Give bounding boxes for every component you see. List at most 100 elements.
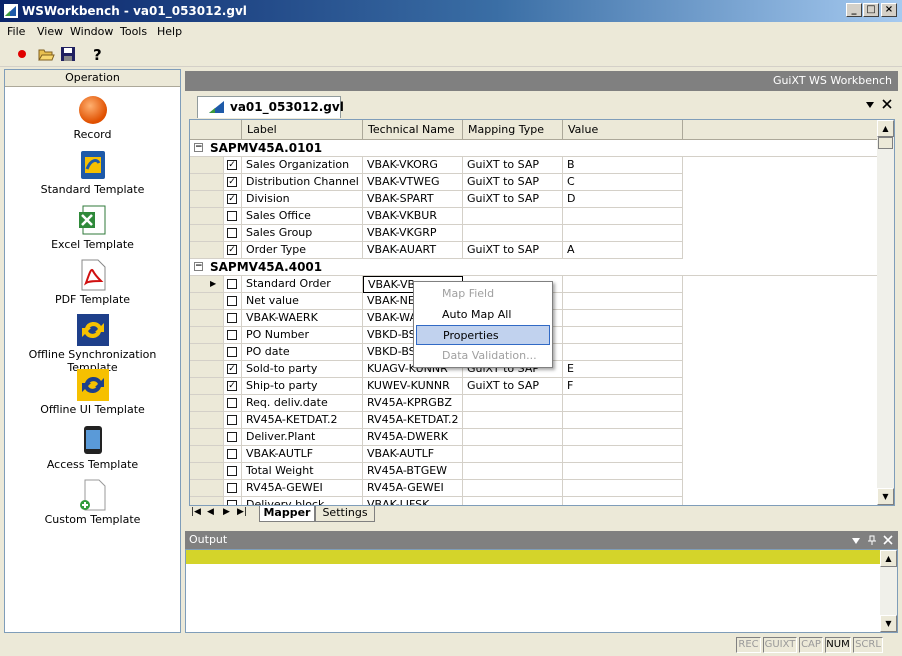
label-cell[interactable]: RV45A-GEWEI <box>242 480 363 497</box>
mapping-type-cell[interactable] <box>463 480 563 497</box>
last-page-icon[interactable]: ▶| <box>237 507 247 517</box>
value-cell[interactable] <box>563 395 683 412</box>
technical-name-cell[interactable]: RV45A-DWERK <box>363 429 463 446</box>
menu-window[interactable]: Window <box>70 25 113 38</box>
mapping-type-cell[interactable] <box>463 208 563 225</box>
map-checkbox[interactable] <box>227 330 237 340</box>
label-cell[interactable]: VBAK-WAERK <box>242 310 363 327</box>
value-cell[interactable]: D <box>563 191 683 208</box>
table-row[interactable]: Total Weight RV45A-BTGEW <box>190 463 878 480</box>
value-cell[interactable] <box>563 276 683 293</box>
value-cell[interactable]: E <box>563 361 683 378</box>
value-cell[interactable] <box>563 497 683 505</box>
map-checkbox[interactable]: ✓ <box>227 194 237 204</box>
collapse-icon[interactable]: − <box>194 262 203 271</box>
menu-file[interactable]: File <box>7 25 25 38</box>
maximize-button[interactable]: □ <box>863 3 879 17</box>
scroll-up-button[interactable]: ▲ <box>880 550 897 567</box>
label-cell[interactable]: Req. deliv.date <box>242 395 363 412</box>
mapping-type-cell[interactable]: GuiXT to SAP <box>463 157 563 174</box>
table-row[interactable]: ✓ Order Type VBAK-AUART GuiXT to SAP A <box>190 242 878 259</box>
close-icon[interactable] <box>882 99 892 109</box>
menu-tools[interactable]: Tools <box>120 25 147 38</box>
technical-name-cell[interactable]: VBAK-AUART <box>363 242 463 259</box>
table-row[interactable]: Req. deliv.date RV45A-KPRGBZ <box>190 395 878 412</box>
map-checkbox[interactable] <box>227 228 237 238</box>
save-icon[interactable] <box>59 45 77 63</box>
map-checkbox[interactable]: ✓ <box>227 381 237 391</box>
value-cell[interactable] <box>563 412 683 429</box>
technical-name-cell[interactable]: RV45A-KETDAT.2 <box>363 412 463 429</box>
value-cell[interactable] <box>563 480 683 497</box>
help-icon[interactable]: ? <box>89 45 107 63</box>
map-checkbox[interactable] <box>227 313 237 323</box>
scroll-thumb[interactable] <box>878 137 893 149</box>
table-row[interactable]: ✓ Distribution Channel VBAK-VTWEG GuiXT to … <box>190 174 878 191</box>
value-cell[interactable]: A <box>563 242 683 259</box>
technical-name-cell[interactable]: VBAK-SPART <box>363 191 463 208</box>
close-button[interactable]: × <box>881 3 897 17</box>
mapping-type-cell[interactable] <box>463 225 563 242</box>
label-cell[interactable]: VBAK-AUTLF <box>242 446 363 463</box>
label-cell[interactable]: Sales Group <box>242 225 363 242</box>
scroll-up-button[interactable]: ▲ <box>877 120 894 137</box>
mapping-type-cell[interactable] <box>463 463 563 480</box>
column-header-label[interactable]: Label <box>242 120 363 140</box>
map-checkbox[interactable]: ✓ <box>227 245 237 255</box>
close-icon[interactable] <box>883 535 893 545</box>
menu-item-auto-map-all[interactable]: Auto Map All <box>416 305 550 325</box>
map-checkbox[interactable] <box>227 449 237 459</box>
prev-page-icon[interactable]: ◀ <box>207 507 214 517</box>
next-page-icon[interactable]: ▶ <box>223 507 230 517</box>
menu-item-data-validation[interactable]: Data Validation... <box>416 346 550 366</box>
mapping-type-cell[interactable]: GuiXT to SAP <box>463 174 563 191</box>
column-header-mapping-type[interactable]: Mapping Type <box>463 120 563 140</box>
group-row[interactable]: − SAPMV45A.0101 <box>190 140 878 157</box>
table-row[interactable]: ✓ Ship-to party KUWEV-KUNNR GuiXT to SAP F <box>190 378 878 395</box>
mapping-type-cell[interactable]: GuiXT to SAP <box>463 378 563 395</box>
map-checkbox[interactable] <box>227 415 237 425</box>
value-cell[interactable] <box>563 208 683 225</box>
value-cell[interactable] <box>563 429 683 446</box>
menu-item-properties[interactable]: Properties <box>416 325 550 345</box>
column-header-value[interactable]: Value <box>563 120 683 140</box>
pin-icon[interactable] <box>867 535 877 545</box>
label-cell[interactable]: Division <box>242 191 363 208</box>
map-checkbox[interactable] <box>227 466 237 476</box>
record-icon[interactable] <box>13 45 31 63</box>
map-checkbox[interactable] <box>227 398 237 408</box>
value-cell[interactable]: B <box>563 157 683 174</box>
mapping-type-cell[interactable] <box>463 429 563 446</box>
technical-name-cell[interactable]: VBAK-VKGRP <box>363 225 463 242</box>
vertical-scrollbar[interactable]: ▲ ▼ <box>877 120 894 505</box>
minimize-button[interactable]: _ <box>846 3 862 17</box>
technical-name-cell[interactable]: RV45A-KPRGBZ <box>363 395 463 412</box>
label-cell[interactable]: Sold-to party <box>242 361 363 378</box>
map-checkbox[interactable] <box>227 432 237 442</box>
value-cell[interactable] <box>563 225 683 242</box>
group-row[interactable]: − SAPMV45A.4001 <box>190 259 878 276</box>
label-cell[interactable]: Ship-to party <box>242 378 363 395</box>
table-row[interactable]: VBAK-AUTLF VBAK-AUTLF <box>190 446 878 463</box>
dropdown-arrow-icon[interactable] <box>865 101 875 109</box>
technical-name-cell[interactable]: RV45A-GEWEI <box>363 480 463 497</box>
technical-name-cell[interactable]: VBAK-VTWEG <box>363 174 463 191</box>
mapping-type-cell[interactable] <box>463 395 563 412</box>
label-cell[interactable]: Distribution Channel <box>242 174 363 191</box>
technical-name-cell[interactable]: VBAK-AUTLF <box>363 446 463 463</box>
label-cell[interactable]: Order Type <box>242 242 363 259</box>
label-cell[interactable]: Delivery block <box>242 497 363 505</box>
column-header-technical-name[interactable]: Technical Name <box>363 120 463 140</box>
dropdown-arrow-icon[interactable] <box>851 537 861 545</box>
output-scrollbar[interactable]: ▲ ▼ <box>880 550 897 632</box>
value-cell[interactable] <box>563 327 683 344</box>
table-row[interactable]: ✓ Division VBAK-SPART GuiXT to SAP D <box>190 191 878 208</box>
first-page-icon[interactable]: |◀ <box>191 507 201 517</box>
label-cell[interactable]: Standard Order <box>242 276 363 293</box>
menu-item-map-field[interactable]: Map Field <box>416 284 550 304</box>
technical-name-cell[interactable]: RV45A-BTGEW <box>363 463 463 480</box>
mapping-type-cell[interactable] <box>463 446 563 463</box>
map-checkbox[interactable] <box>227 347 237 357</box>
mapping-type-cell[interactable]: GuiXT to SAP <box>463 242 563 259</box>
table-row[interactable]: Sales Group VBAK-VKGRP <box>190 225 878 242</box>
